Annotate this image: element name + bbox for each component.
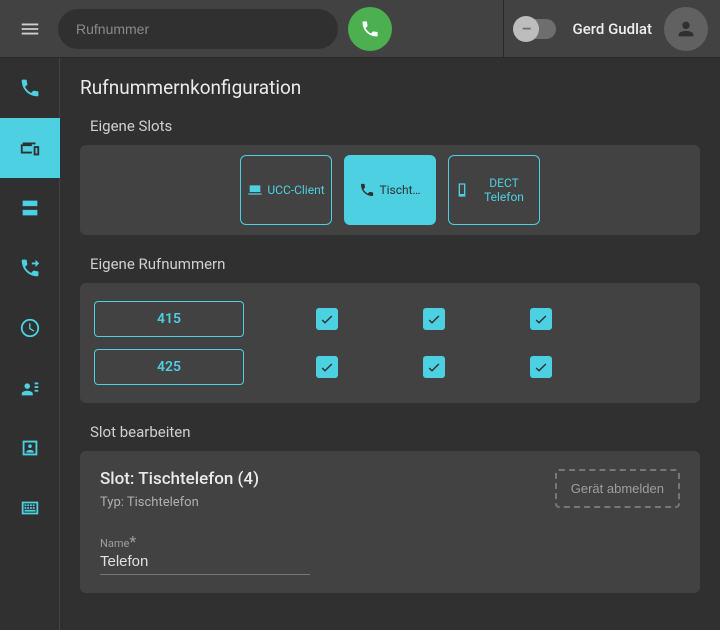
number-slot-checkbox[interactable]	[530, 356, 552, 378]
sidebar-item-server[interactable]	[0, 178, 60, 238]
sidebar-item-contact-card[interactable]	[0, 418, 60, 478]
check-icon	[319, 359, 335, 375]
hamburger-icon	[19, 18, 41, 40]
number-slot-checkbox[interactable]	[423, 356, 445, 378]
sidebar-item-keypad[interactable]	[0, 478, 60, 538]
mobile-icon	[454, 182, 470, 198]
slot-label: DECT Telefon	[474, 176, 534, 204]
check-icon	[426, 359, 442, 375]
main-content: Rufnummernkonfiguration Eigene Slots UCC…	[60, 58, 720, 630]
number-chip[interactable]: 425	[94, 349, 244, 385]
number-chip[interactable]: 415	[94, 301, 244, 337]
edit-slot-type: Typ: Tischtelefon	[100, 495, 259, 510]
person-icon	[675, 18, 697, 40]
sidebar-item-voice[interactable]	[0, 358, 60, 418]
presence-toggle[interactable]: –	[516, 19, 556, 39]
menu-button[interactable]	[8, 7, 52, 51]
number-slot-checkbox[interactable]	[530, 308, 552, 330]
edit-slot-title: Slot: Tischtelefon (4)	[100, 469, 259, 489]
clock-icon	[19, 317, 41, 339]
required-mark: *	[129, 532, 136, 551]
topbar: – Gerd Gudlat	[0, 0, 720, 58]
dial-input-wrap	[58, 9, 338, 49]
keypad-icon	[19, 497, 41, 519]
call-button[interactable]	[348, 7, 392, 51]
slot-name-input[interactable]	[100, 553, 310, 570]
laptop-icon	[247, 182, 263, 198]
sidebar	[0, 58, 60, 630]
numbers-card: 415 425	[80, 283, 700, 403]
username-label: Gerd Gudlat	[572, 20, 652, 38]
check-icon	[533, 359, 549, 375]
sidebar-item-schedule[interactable]	[0, 298, 60, 358]
devices-icon	[19, 137, 41, 159]
own-numbers-heading: Eigene Rufnummern	[90, 255, 700, 273]
number-slot-checkbox[interactable]	[316, 308, 338, 330]
number-row: 425	[94, 349, 686, 385]
slot-name-label: Name	[100, 537, 129, 550]
slot-dect-telefon[interactable]: DECT Telefon	[448, 155, 540, 225]
check-icon	[319, 311, 335, 327]
phone-icon	[360, 19, 380, 39]
phone-icon	[19, 77, 41, 99]
user-menu-button[interactable]	[664, 7, 708, 51]
slots-card: UCC-Client Tischt… DECT Telefon	[80, 145, 700, 235]
edit-slot-heading: Slot bearbeiten	[90, 423, 700, 441]
own-slots-heading: Eigene Slots	[90, 117, 700, 135]
edit-slot-card: Slot: Tischtelefon (4) Typ: Tischtelefon…	[80, 451, 700, 593]
number-row: 415	[94, 301, 686, 337]
slot-label: Tischt…	[379, 183, 420, 197]
number-slot-checkbox[interactable]	[316, 356, 338, 378]
check-icon	[533, 311, 549, 327]
voice-icon	[19, 377, 41, 399]
deregister-device-button[interactable]: Gerät abmelden	[555, 469, 680, 508]
page-title: Rufnummernkonfiguration	[80, 76, 700, 99]
topbar-divider	[503, 0, 504, 58]
sidebar-item-call-forward[interactable]	[0, 238, 60, 298]
contact-card-icon	[19, 437, 41, 459]
slot-ucc-client[interactable]: UCC-Client	[240, 155, 332, 225]
server-icon	[19, 197, 41, 219]
call-forward-icon	[19, 257, 41, 279]
slot-label: UCC-Client	[267, 183, 324, 197]
slot-tischtelefon[interactable]: Tischt…	[344, 155, 436, 225]
dial-input[interactable]	[76, 21, 320, 37]
phone-icon	[359, 182, 375, 198]
toggle-knob-dnd-icon: –	[513, 16, 539, 42]
sidebar-item-devices[interactable]	[0, 118, 60, 178]
slot-name-field: Name*	[100, 532, 310, 575]
check-icon	[426, 311, 442, 327]
sidebar-item-phone[interactable]	[0, 58, 60, 118]
number-slot-checkbox[interactable]	[423, 308, 445, 330]
